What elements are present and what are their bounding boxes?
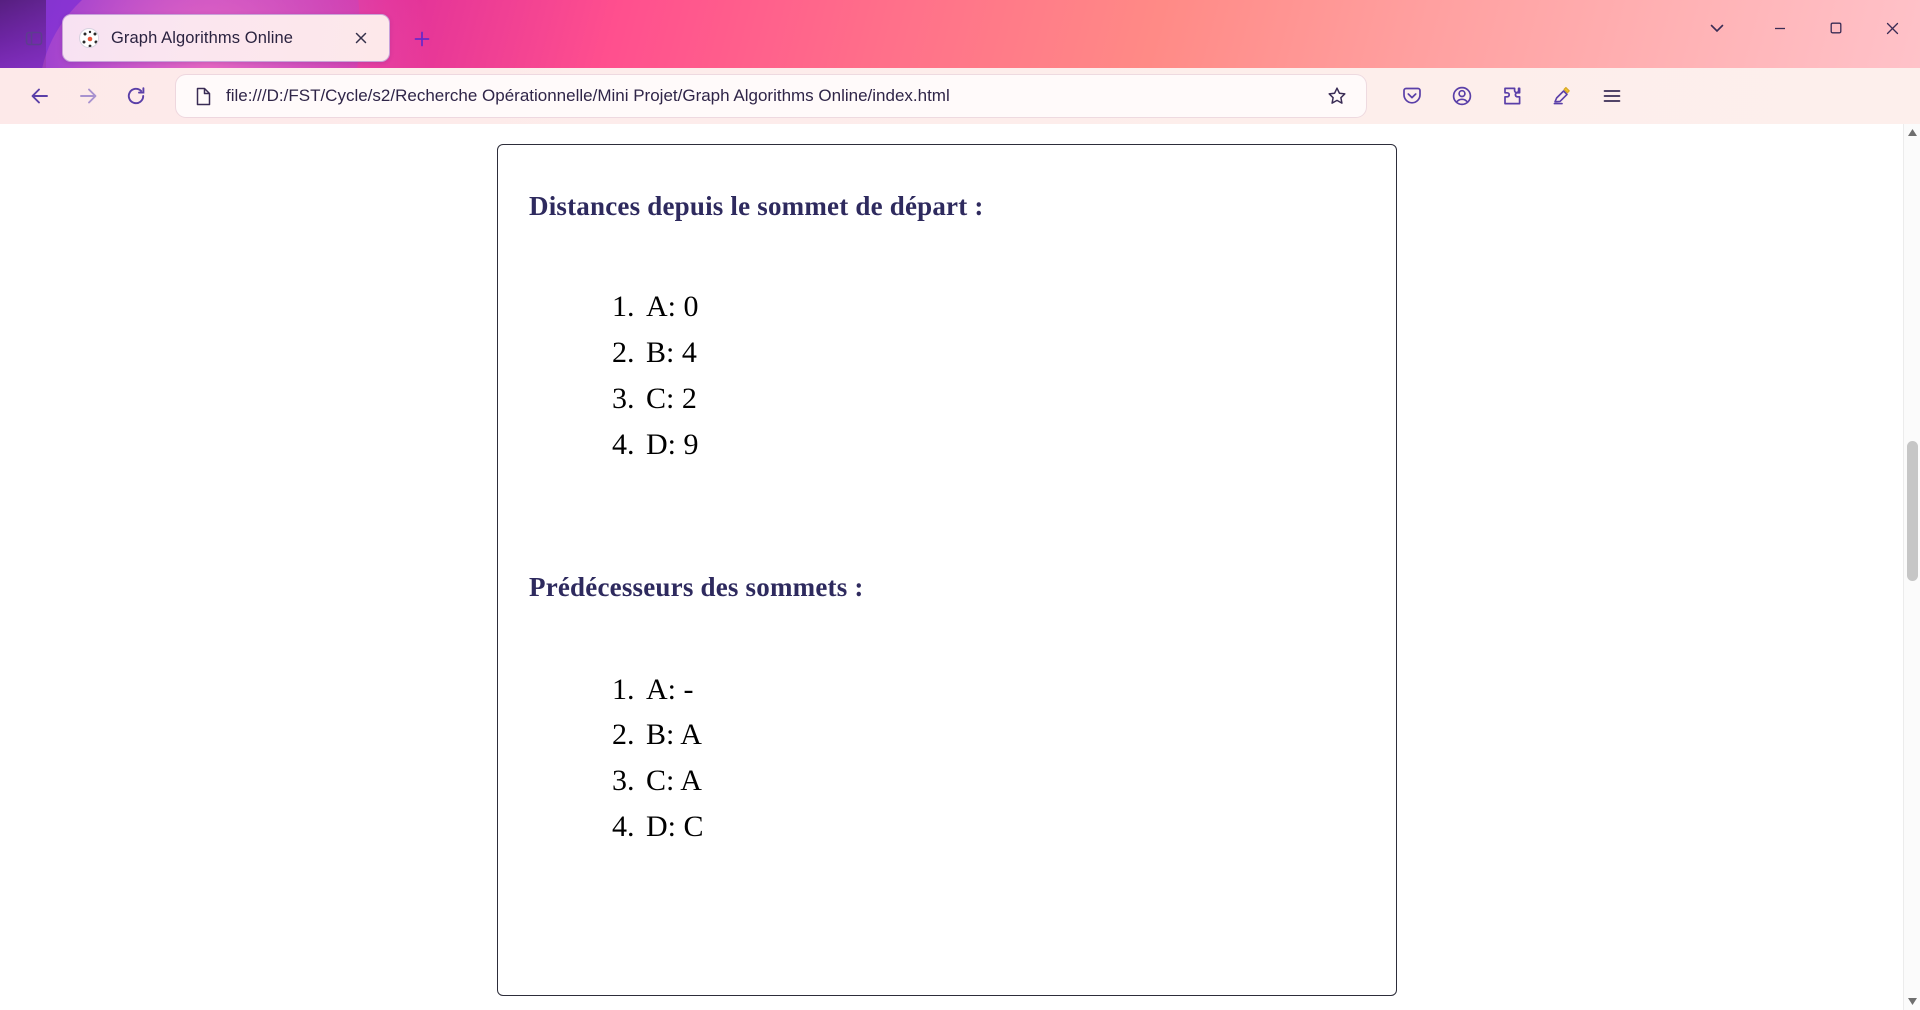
vertical-scrollbar[interactable]	[1903, 124, 1920, 1010]
scroll-up-arrow-icon[interactable]	[1904, 124, 1920, 141]
list-item: C: 2	[642, 376, 1362, 422]
tab-title: Graph Algorithms Online	[111, 28, 294, 47]
predecessors-list: A: - B: A C: A D: C	[529, 667, 1362, 851]
close-window-button[interactable]	[1864, 0, 1920, 56]
extensions-icon[interactable]	[1490, 76, 1534, 116]
maximize-button[interactable]	[1808, 0, 1864, 56]
title-bar: Graph Algorithms Online	[0, 0, 1920, 68]
list-item: C: A	[642, 758, 1362, 804]
distances-heading: Distances depuis le sommet de départ :	[529, 191, 984, 221]
page-document-icon	[192, 87, 214, 106]
close-tab-icon[interactable]	[347, 24, 375, 52]
navigation-toolbar: file:///D:/FST/Cycle/s2/Recherche Opérat…	[0, 68, 1920, 124]
list-item: A: -	[642, 667, 1362, 713]
window-controls	[1682, 0, 1920, 56]
results-card: Distances depuis le sommet de départ : A…	[497, 144, 1397, 996]
scrollbar-thumb[interactable]	[1907, 441, 1918, 581]
predecessors-heading: Prédécesseurs des sommets :	[529, 571, 864, 602]
new-tab-button[interactable]	[402, 19, 442, 59]
list-item: B: A	[642, 712, 1362, 758]
firefox-view-button[interactable]	[12, 16, 56, 60]
page-viewport: Distances depuis le sommet de départ : A…	[0, 124, 1920, 1010]
save-to-pocket-icon[interactable]	[1390, 76, 1434, 116]
bookmark-star-icon[interactable]	[1320, 86, 1354, 106]
list-item: D: 9	[642, 422, 1362, 468]
forward-button[interactable]	[66, 76, 110, 116]
list-item: D: C	[642, 804, 1362, 850]
scrollbar-track[interactable]	[1904, 141, 1920, 993]
tab-list-chevron-icon[interactable]	[1682, 0, 1752, 56]
highlighter-icon[interactable]	[1540, 76, 1584, 116]
back-button[interactable]	[18, 76, 62, 116]
distances-list: A: 0 B: 4 C: 2 D: 9	[529, 284, 1362, 468]
account-icon[interactable]	[1440, 76, 1484, 116]
browser-tab[interactable]: Graph Algorithms Online	[62, 14, 390, 62]
browser-window: Graph Algorithms Online file:///D:/FST/C…	[0, 0, 1920, 1010]
hamburger-menu-icon[interactable]	[1590, 76, 1634, 116]
toolbar-actions	[1390, 76, 1634, 116]
minimize-button[interactable]	[1752, 0, 1808, 56]
scroll-down-arrow-icon[interactable]	[1904, 993, 1920, 1010]
tab-strip: Graph Algorithms Online	[0, 0, 1920, 68]
url-input[interactable]: file:///D:/FST/Cycle/s2/Recherche Opérat…	[214, 86, 1320, 106]
graph-nodes-icon	[79, 28, 99, 48]
list-item: A: 0	[642, 284, 1362, 330]
list-item: B: 4	[642, 330, 1362, 376]
address-bar[interactable]: file:///D:/FST/Cycle/s2/Recherche Opérat…	[176, 75, 1366, 117]
reload-button[interactable]	[114, 76, 158, 116]
